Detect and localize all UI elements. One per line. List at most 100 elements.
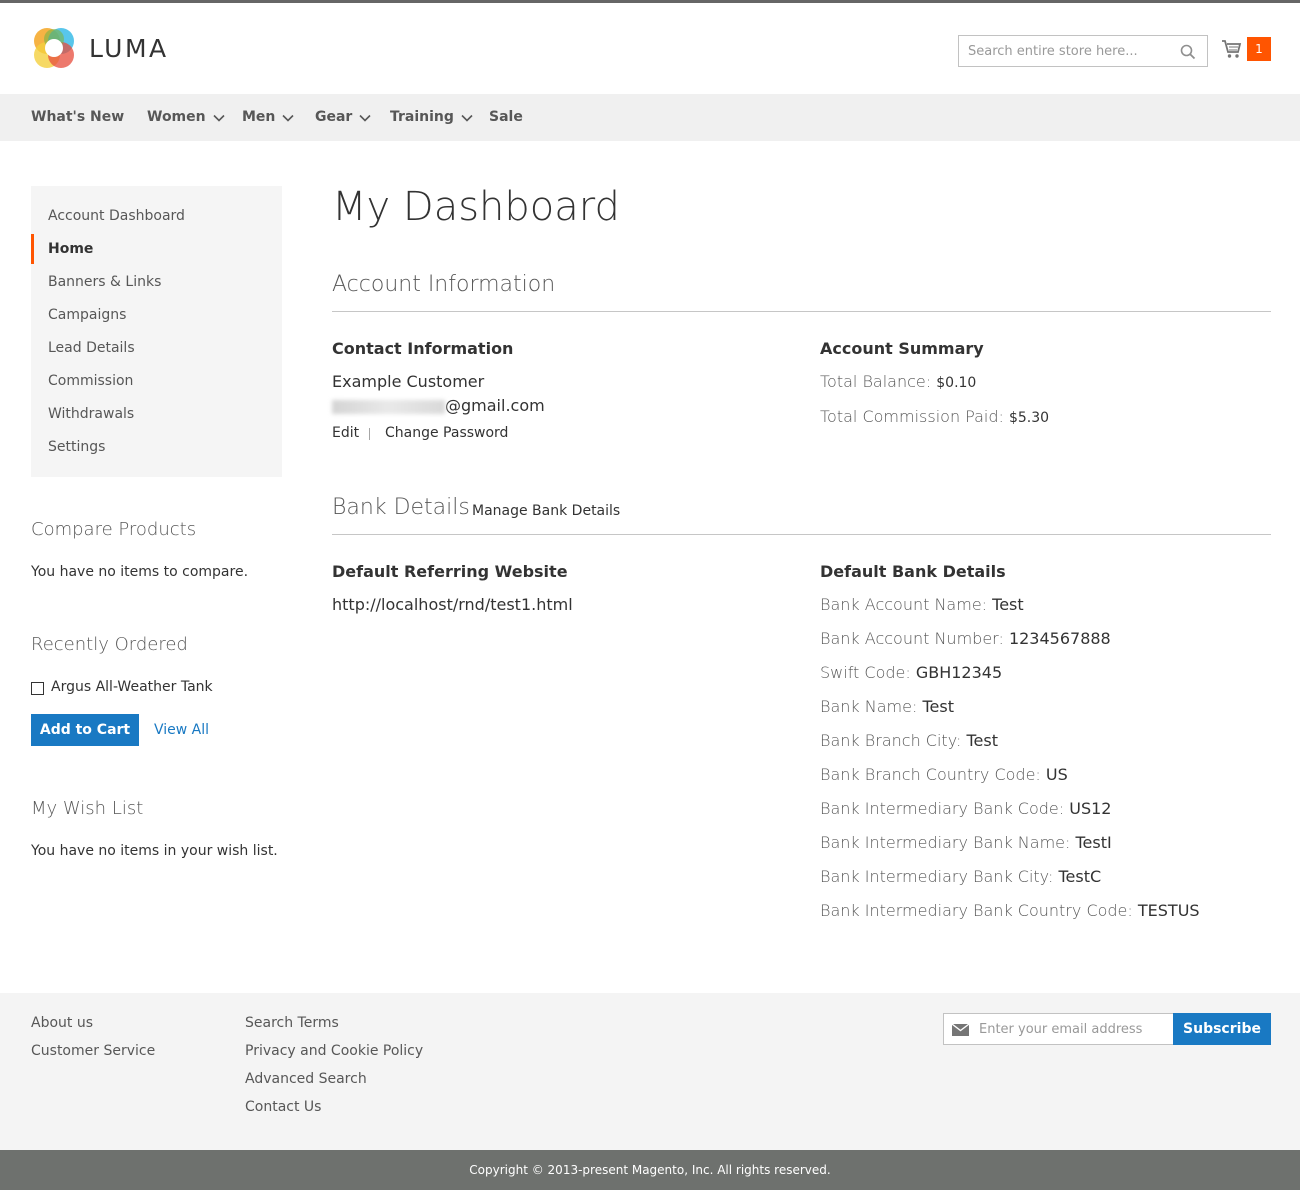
- bank-field: Bank Intermediary Bank City: TestC: [820, 867, 1101, 886]
- total-balance-value: $0.10: [936, 375, 977, 391]
- divider: [332, 311, 1271, 312]
- nav-item-training[interactable]: Training: [390, 94, 473, 141]
- bank-field-value: Test: [992, 595, 1024, 614]
- nav-label: Gear: [315, 109, 353, 125]
- referring-website-url: http://localhost/rnd/test1.html: [332, 595, 573, 614]
- change-password-link[interactable]: Change Password: [385, 425, 508, 441]
- chevron-down-icon: [461, 114, 473, 122]
- cart-count-badge: 1: [1247, 37, 1271, 61]
- header: LUMA 1: [0, 3, 1300, 94]
- logo-text: LUMA: [89, 33, 169, 63]
- referring-website-title: Default Referring Website: [332, 562, 568, 581]
- bank-field-label: Bank Branch Country Code:: [820, 765, 1041, 784]
- nav-label: Training: [390, 109, 454, 125]
- bank-field-label: Bank Intermediary Bank Name:: [820, 833, 1071, 852]
- footer-link-contact-us[interactable]: Contact Us: [245, 1099, 321, 1115]
- search-input[interactable]: [959, 36, 1169, 66]
- nav-label: Sale: [489, 109, 523, 125]
- bank-field-label: Bank Intermediary Bank City:: [820, 867, 1054, 886]
- bank-field-label: Bank Account Number:: [820, 629, 1004, 648]
- footer-link-customer-service[interactable]: Customer Service: [31, 1043, 155, 1059]
- bank-field: Swift Code: GBH12345: [820, 663, 1002, 682]
- subscribe-button[interactable]: Subscribe: [1173, 1013, 1271, 1045]
- nav-label: What's New: [31, 109, 125, 125]
- nav-item-gear[interactable]: Gear: [315, 94, 371, 141]
- bank-field-value: TESTUS: [1137, 901, 1200, 920]
- view-all-link[interactable]: View All: [154, 722, 209, 738]
- sidebar-item-settings[interactable]: Settings: [48, 437, 105, 457]
- compare-empty-text: You have no items to compare.: [31, 564, 249, 580]
- bank-field-value: GBH12345: [915, 663, 1003, 682]
- bank-field: Bank Intermediary Bank Code: US12: [820, 799, 1111, 818]
- sidebar-item-withdrawals[interactable]: Withdrawals: [48, 404, 134, 424]
- search-icon[interactable]: [1180, 44, 1196, 60]
- recently-ordered-title: Recently Ordered: [31, 634, 188, 655]
- edit-link[interactable]: Edit: [332, 425, 359, 441]
- redacted-email: [332, 399, 445, 414]
- bank-field-value: US: [1045, 765, 1068, 784]
- bank-field-value: Test: [966, 731, 998, 750]
- bank-field: Bank Name: Test: [820, 697, 954, 716]
- compare-title: Compare Products: [31, 519, 197, 540]
- minicart-button[interactable]: 1: [1221, 37, 1271, 61]
- default-bank-details-title: Default Bank Details: [820, 562, 1006, 581]
- footer-link-about-us[interactable]: About us: [31, 1015, 93, 1031]
- wishlist-title: My Wish List: [31, 798, 144, 819]
- cart-icon: [1222, 40, 1242, 58]
- sidebar-item-home[interactable]: Home: [48, 239, 93, 259]
- customer-email: @gmail.com: [332, 396, 545, 415]
- nav-item-sale[interactable]: Sale: [489, 94, 523, 141]
- manage-bank-details-link[interactable]: Manage Bank Details: [472, 503, 620, 519]
- sidebar-item-commission[interactable]: Commission: [48, 371, 133, 391]
- account-nav: Account Dashboard Home Banners & Links C…: [31, 186, 282, 477]
- total-balance: Total Balance: $0.10: [820, 372, 976, 391]
- logo-link[interactable]: LUMA: [31, 25, 169, 71]
- nav-item-whats-new[interactable]: What's New: [31, 94, 124, 141]
- bank-field: Bank Intermediary Bank Name: TestI: [820, 833, 1112, 852]
- account-info-title: Account Information: [332, 272, 556, 297]
- total-commission-paid: Total Commission Paid: $5.30: [820, 407, 1049, 426]
- chevron-down-icon: [282, 114, 294, 122]
- bank-field-label: Bank Branch City:: [820, 731, 962, 750]
- bank-field-label: Bank Name:: [820, 697, 918, 716]
- nav-item-men[interactable]: Men: [242, 94, 294, 141]
- wishlist-empty-text: You have no items in your wish list.: [31, 843, 278, 859]
- nav-label: Men: [242, 109, 276, 125]
- account-summary-title: Account Summary: [820, 339, 984, 358]
- bank-field-value: Test: [922, 697, 954, 716]
- newsletter-field: [943, 1013, 1174, 1045]
- sidebar-item-banners-links[interactable]: Banners & Links: [48, 272, 161, 292]
- chevron-down-icon: [213, 114, 225, 122]
- nav-item-women[interactable]: Women: [147, 94, 225, 141]
- main-nav: What's New Women Men Gear Training Sale: [0, 94, 1300, 141]
- commission-paid-value: $5.30: [1008, 410, 1050, 426]
- bank-field-label: Bank Intermediary Bank Country Code:: [820, 901, 1133, 920]
- newsletter-email-input[interactable]: [979, 1014, 1169, 1044]
- bank-field: Bank Account Number: 1234567888: [820, 629, 1111, 648]
- total-balance-label: Total Balance:: [820, 372, 932, 391]
- chevron-down-icon: [359, 114, 371, 122]
- link-separator: [369, 428, 370, 440]
- page-title: My Dashboard: [332, 184, 620, 230]
- bank-field-label: Bank Account Name:: [820, 595, 988, 614]
- bank-field-value: TestI: [1075, 833, 1112, 852]
- footer-link-privacy-policy[interactable]: Privacy and Cookie Policy: [245, 1043, 423, 1059]
- mail-icon: [952, 1024, 969, 1036]
- contact-info-title: Contact Information: [332, 339, 514, 358]
- sidebar-item-campaigns[interactable]: Campaigns: [48, 305, 126, 325]
- footer-link-search-terms[interactable]: Search Terms: [245, 1015, 339, 1031]
- nav-label: Women: [147, 109, 206, 125]
- bank-field: Bank Branch City: Test: [820, 731, 998, 750]
- recently-ordered-item[interactable]: Argus All-Weather Tank: [51, 679, 213, 695]
- recently-ordered-checkbox[interactable]: [31, 682, 44, 695]
- add-to-cart-button[interactable]: Add to Cart: [31, 714, 139, 746]
- bank-field: Bank Account Name: Test: [820, 595, 1024, 614]
- footer-link-advanced-search[interactable]: Advanced Search: [245, 1071, 367, 1087]
- bank-field-value: US12: [1069, 799, 1112, 818]
- sidebar-item-lead-details[interactable]: Lead Details: [48, 338, 135, 358]
- email-domain: @gmail.com: [445, 396, 545, 415]
- bank-field: Bank Intermediary Bank Country Code: TES…: [820, 901, 1200, 920]
- search-box: [958, 35, 1208, 67]
- footer: About us Customer Service Search Terms P…: [0, 993, 1300, 1150]
- sidebar-item-account-dashboard[interactable]: Account Dashboard: [48, 206, 185, 226]
